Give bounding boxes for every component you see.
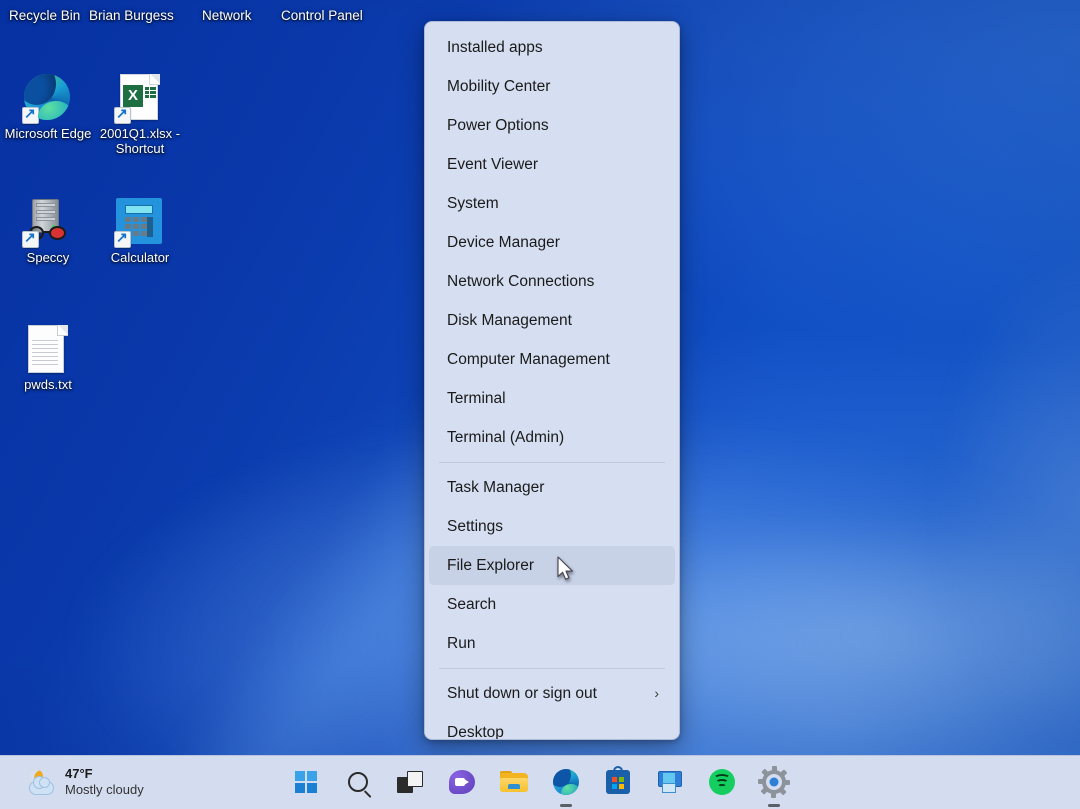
file-explorer-icon bbox=[500, 771, 528, 793]
menu-item-event-viewer[interactable]: Event Viewer bbox=[429, 145, 675, 184]
desktop-icon-label: 2001Q1.xlsx - Shortcut bbox=[92, 126, 188, 156]
menu-item-label: Terminal (Admin) bbox=[447, 429, 564, 446]
remote-desktop-button[interactable] bbox=[653, 765, 687, 799]
microsoft-store-button[interactable] bbox=[601, 765, 635, 799]
file-explorer-button[interactable] bbox=[497, 765, 531, 799]
settings-gear-icon bbox=[762, 770, 786, 794]
menu-item-label: Search bbox=[447, 596, 496, 613]
microsoft-store-icon bbox=[606, 770, 630, 794]
menu-item-label: Network Connections bbox=[447, 273, 594, 290]
chat-button[interactable] bbox=[445, 765, 479, 799]
menu-item-label: Mobility Center bbox=[447, 78, 550, 95]
menu-item-label: File Explorer bbox=[447, 557, 534, 574]
spotify-icon bbox=[709, 769, 735, 795]
start-button[interactable] bbox=[289, 765, 323, 799]
calculator-icon bbox=[116, 198, 164, 246]
desktop-icon-calculator[interactable]: Calculator bbox=[92, 198, 188, 265]
desktop-icon-microsoft-edge[interactable]: Microsoft Edge bbox=[0, 74, 96, 141]
speccy-icon bbox=[24, 198, 72, 246]
menu-item-label: System bbox=[447, 195, 499, 212]
menu-item-settings[interactable]: Settings bbox=[429, 507, 675, 546]
menu-item-label: Power Options bbox=[447, 117, 549, 134]
menu-item-terminal[interactable]: Terminal bbox=[429, 379, 675, 418]
menu-item-label: Terminal bbox=[447, 390, 506, 407]
menu-item-label: Event Viewer bbox=[447, 156, 538, 173]
shortcut-overlay-icon bbox=[114, 231, 131, 248]
desktop-icon-control-panel[interactable]: Control Panel bbox=[281, 8, 363, 23]
menu-item-installed-apps[interactable]: Installed apps bbox=[429, 28, 675, 67]
desktop-icon-area: Recycle Bin Brian Burgess Network Contro… bbox=[0, 0, 430, 755]
desktop-icon-label: Speccy bbox=[0, 250, 96, 265]
text-file-icon bbox=[24, 325, 72, 373]
edge-button[interactable] bbox=[549, 765, 583, 799]
menu-item-label: Computer Management bbox=[447, 351, 610, 368]
desktop-icon-label: pwds.txt bbox=[0, 377, 96, 392]
menu-item-label: Device Manager bbox=[447, 234, 560, 251]
menu-item-power-options[interactable]: Power Options bbox=[429, 106, 675, 145]
menu-item-label: Task Manager bbox=[447, 479, 544, 496]
search-icon bbox=[348, 772, 368, 792]
desktop-icon-label: Microsoft Edge bbox=[0, 126, 96, 141]
desktop-icon-network[interactable]: Network bbox=[202, 8, 252, 23]
menu-item-run[interactable]: Run bbox=[429, 624, 675, 663]
desktop-icon-label: Calculator bbox=[92, 250, 188, 265]
menu-item-system[interactable]: System bbox=[429, 184, 675, 223]
desktop-icon-speccy[interactable]: Speccy bbox=[0, 198, 96, 265]
menu-item-label: Installed apps bbox=[447, 39, 543, 56]
chevron-right-icon: › bbox=[654, 674, 659, 713]
chat-icon bbox=[449, 770, 475, 794]
menu-item-network-connections[interactable]: Network Connections bbox=[429, 262, 675, 301]
menu-separator bbox=[439, 462, 665, 463]
settings-button[interactable] bbox=[757, 765, 791, 799]
menu-item-file-explorer[interactable]: File Explorer bbox=[429, 546, 675, 585]
menu-item-label: Disk Management bbox=[447, 312, 572, 329]
desktop-icon-recycle-bin[interactable]: Recycle Bin bbox=[9, 8, 80, 23]
menu-separator bbox=[439, 668, 665, 669]
task-view-icon bbox=[397, 771, 423, 793]
winx-power-user-menu[interactable]: Installed apps Mobility Center Power Opt… bbox=[424, 21, 680, 740]
task-view-button[interactable] bbox=[393, 765, 427, 799]
menu-item-label: Shut down or sign out bbox=[447, 685, 597, 702]
excel-file-icon bbox=[116, 74, 164, 122]
menu-item-mobility-center[interactable]: Mobility Center bbox=[429, 67, 675, 106]
desktop-icon-brian-burgess[interactable]: Brian Burgess bbox=[89, 8, 174, 23]
menu-item-label: Desktop bbox=[447, 724, 504, 740]
taskbar-buttons bbox=[0, 755, 1080, 809]
menu-item-search[interactable]: Search bbox=[429, 585, 675, 624]
search-button[interactable] bbox=[341, 765, 375, 799]
menu-item-computer-management[interactable]: Computer Management bbox=[429, 340, 675, 379]
shortcut-overlay-icon bbox=[22, 231, 39, 248]
taskbar[interactable]: 47°F Mostly cloudy bbox=[0, 755, 1080, 809]
microsoft-edge-icon bbox=[553, 769, 579, 795]
menu-item-task-manager[interactable]: Task Manager bbox=[429, 468, 675, 507]
remote-desktop-icon bbox=[657, 771, 683, 793]
menu-item-disk-management[interactable]: Disk Management bbox=[429, 301, 675, 340]
shortcut-overlay-icon bbox=[22, 107, 39, 124]
app-running-indicator bbox=[560, 804, 572, 807]
menu-item-terminal-admin[interactable]: Terminal (Admin) bbox=[429, 418, 675, 457]
menu-item-label: Run bbox=[447, 635, 475, 652]
app-running-indicator bbox=[768, 804, 780, 807]
microsoft-edge-icon bbox=[24, 74, 72, 122]
menu-item-shut-down-or-sign-out[interactable]: Shut down or sign out › bbox=[429, 674, 675, 713]
windows-logo-icon bbox=[295, 771, 317, 793]
spotify-button[interactable] bbox=[705, 765, 739, 799]
desktop-icon-2001q1-xlsx[interactable]: 2001Q1.xlsx - Shortcut bbox=[92, 74, 188, 156]
menu-item-label: Settings bbox=[447, 518, 503, 535]
desktop-icon-pwds-txt[interactable]: pwds.txt bbox=[0, 325, 96, 392]
shortcut-overlay-icon bbox=[114, 107, 131, 124]
menu-item-device-manager[interactable]: Device Manager bbox=[429, 223, 675, 262]
menu-item-desktop[interactable]: Desktop bbox=[429, 713, 675, 740]
